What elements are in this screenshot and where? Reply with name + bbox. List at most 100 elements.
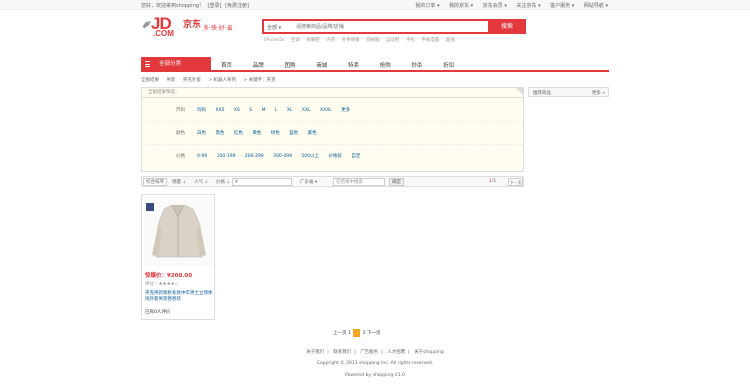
filter-option[interactable]: 100-199 bbox=[217, 154, 236, 159]
filter-option[interactable]: XS bbox=[234, 108, 240, 113]
sitenav-link[interactable]: 网站导航 ▾ bbox=[584, 3, 608, 9]
login-links: 您好，欢迎来到shopping！ [登录] [免费注册] bbox=[141, 2, 251, 9]
my-account-link[interactable]: 我的京东 ▾ bbox=[449, 3, 473, 9]
hotword-link[interactable]: 平板电脑 bbox=[421, 38, 439, 43]
filter-option[interactable]: XXL bbox=[302, 108, 311, 113]
recommend-title: 推荐商品 bbox=[533, 91, 551, 96]
member-link[interactable]: 京东会员 ▾ bbox=[483, 3, 507, 9]
filter-option[interactable]: S bbox=[249, 108, 252, 113]
top-shortcut-bar: 您好，欢迎来到shopping！ [登录] [免费注册] 我的订单 ▾ 我的京东… bbox=[0, 0, 750, 10]
my-orders-link[interactable]: 我的订单 ▾ bbox=[415, 3, 439, 9]
filter-option[interactable]: XXS bbox=[215, 108, 224, 113]
filter-row-color: 颜色 白色 黑色 红色 黄色 绿色 蓝色 紫色 bbox=[142, 121, 523, 143]
breadcrumb-item[interactable]: 全部结果 bbox=[141, 78, 159, 83]
filter-option[interactable]: 黑色 bbox=[215, 131, 224, 136]
product-title-link[interactable]: 夹克男新款秋冬款中年男士立领休闲外套男装爸爸装 bbox=[145, 291, 213, 303]
next-page-link[interactable]: 下一页 bbox=[367, 330, 381, 336]
filter-option[interactable]: 自定 bbox=[351, 154, 360, 159]
hotword-link[interactable]: 羽绒服 bbox=[366, 38, 380, 43]
filter-option[interactable]: 更多 bbox=[341, 108, 350, 113]
hotword-link[interactable]: iPhone5s bbox=[264, 38, 284, 43]
filter-option[interactable]: 白色 bbox=[197, 131, 206, 136]
product-rating: 评分：★★★★☆ bbox=[145, 282, 179, 287]
recommend-panel-header: 推荐商品 更多 » bbox=[528, 87, 609, 97]
footer-link[interactable]: 人才招聘 bbox=[387, 350, 405, 355]
service-link[interactable]: 客户服务 ▾ bbox=[550, 3, 574, 9]
sort-sales[interactable]: 销量 ⇣ bbox=[172, 179, 186, 185]
search-bar: 全部 ▾ 搜索 bbox=[262, 19, 526, 34]
jd-logo[interactable]: JD .COM 京东 多·快·好·省 bbox=[141, 14, 245, 42]
filter-option[interactable]: 价格段 bbox=[328, 154, 342, 159]
ship-to-select[interactable]: 广东省 ▾ bbox=[300, 179, 317, 185]
footer-link[interactable]: 广告服务 bbox=[360, 350, 378, 355]
recommend-more-link[interactable]: 更多 » bbox=[592, 90, 605, 96]
all-categories-label: 全部分类 bbox=[159, 61, 182, 67]
footer-links: 关于我们 | 联系我们 | 广告服务 | 人才招聘 | 关于shopping bbox=[306, 350, 444, 355]
top-right-links: 我的订单 ▾ 我的京东 ▾ 京东会员 ▾ 关注京东 ▾ 客户服务 ▾ 网站导航 … bbox=[407, 2, 608, 9]
filter-option[interactable]: 红色 bbox=[234, 131, 243, 136]
hotword-link[interactable]: 保暖鞋 bbox=[306, 38, 320, 43]
price-from-input[interactable]: ¥ bbox=[232, 178, 292, 186]
nav-item[interactable]: 首页 bbox=[221, 61, 251, 69]
sort-default[interactable]: 综合排序 bbox=[143, 178, 167, 186]
register-link[interactable]: [免费注册] bbox=[225, 3, 249, 9]
sort-price[interactable]: 价格 ⇣ bbox=[216, 179, 230, 185]
search-category-select[interactable]: 全部 ▾ bbox=[267, 24, 281, 31]
pagination: 上一页 1 2 下一页 bbox=[333, 329, 381, 337]
breadcrumb-item[interactable]: 夹克外套 bbox=[183, 78, 201, 83]
breadcrumb-item[interactable]: 男装 bbox=[166, 78, 175, 83]
hotword-link[interactable]: 冬季保暖 bbox=[342, 38, 360, 43]
confirm-button[interactable]: 确定 bbox=[389, 178, 404, 186]
hotword-link[interactable]: 手机 bbox=[406, 38, 415, 43]
search-button[interactable]: 搜索 bbox=[488, 19, 526, 34]
nav-item[interactable]: 抢购 bbox=[380, 61, 410, 69]
footer-link[interactable]: 联系我们 bbox=[333, 350, 351, 355]
next-page-button[interactable]: 下一页 bbox=[508, 178, 523, 186]
footer-link[interactable]: 关于shopping bbox=[414, 350, 444, 355]
nav-item[interactable]: 品牌 bbox=[253, 61, 283, 69]
product-review-count[interactable]: 已有0人评价 bbox=[145, 309, 170, 315]
prev-page-button[interactable]: 上一页 bbox=[333, 330, 347, 336]
filter-option[interactable]: 200-299 bbox=[245, 154, 264, 159]
keyword-filter-input[interactable]: 在结果中搜索 bbox=[333, 178, 385, 186]
hotword-link[interactable]: 超值 bbox=[446, 38, 455, 43]
nav-item[interactable]: 特卖 bbox=[348, 61, 378, 69]
nav-item[interactable]: 商城 bbox=[316, 61, 346, 69]
page-number-2[interactable]: 2 bbox=[363, 331, 366, 336]
sort-popular[interactable]: 人气 ⇣ bbox=[194, 179, 208, 185]
all-categories-button[interactable]: 全部分类 bbox=[141, 57, 211, 72]
product-card[interactable]: 惊爆价：¥208.00 评分：★★★★☆ 夹克男新款秋冬款中年男士立领休闲外套男… bbox=[141, 194, 215, 320]
filter-option[interactable]: 紫色 bbox=[308, 131, 317, 136]
nav-item[interactable]: 折扣 bbox=[443, 61, 473, 69]
filter-option[interactable]: L bbox=[275, 108, 278, 113]
page-number-1[interactable]: 1 bbox=[348, 331, 351, 336]
filter-option[interactable]: 黄色 bbox=[252, 131, 261, 136]
filter-option[interactable]: 0-99 bbox=[197, 154, 207, 159]
hotword-link[interactable]: 空调 bbox=[291, 38, 300, 43]
product-image[interactable] bbox=[144, 197, 213, 266]
footer-link[interactable]: 关于我们 bbox=[306, 350, 324, 355]
price-to-input[interactable] bbox=[294, 178, 296, 186]
nav-item[interactable]: 团购 bbox=[285, 61, 315, 69]
filter-option[interactable]: XL bbox=[287, 108, 293, 113]
jacket-image-icon bbox=[144, 197, 213, 266]
filter-row-size: 尺码 均码 XXS XS S M L XL XXL XXXL 更多 bbox=[142, 99, 523, 121]
login-link[interactable]: [登录] bbox=[208, 3, 222, 9]
breadcrumb-item[interactable]: > 机器人系列 bbox=[208, 78, 236, 83]
filter-option[interactable]: XXXL bbox=[320, 108, 332, 113]
follow-link[interactable]: 关注京东 ▾ bbox=[516, 3, 540, 9]
filter-panel: 全部结果筛选： 尺码 均码 XXS XS S M L XL XXL XXXL 更… bbox=[141, 87, 524, 172]
filter-option[interactable]: 500以上 bbox=[301, 154, 319, 159]
search-input[interactable] bbox=[296, 23, 446, 31]
filter-option[interactable]: 300-499 bbox=[273, 154, 292, 159]
filter-option[interactable]: 蓝色 bbox=[289, 131, 298, 136]
menu-icon bbox=[145, 61, 150, 67]
filter-option[interactable]: 绿色 bbox=[271, 131, 280, 136]
hotword-link[interactable]: 内衣 bbox=[326, 38, 335, 43]
nav-item[interactable]: 秒杀 bbox=[412, 61, 442, 69]
logo-cn-text: 京东 bbox=[183, 20, 202, 30]
filter-option[interactable]: 均码 bbox=[197, 108, 206, 113]
filter-option[interactable]: M bbox=[262, 108, 266, 113]
hotword-link[interactable]: 运动鞋 bbox=[386, 38, 400, 43]
filter-label: 颜色 bbox=[176, 131, 185, 136]
